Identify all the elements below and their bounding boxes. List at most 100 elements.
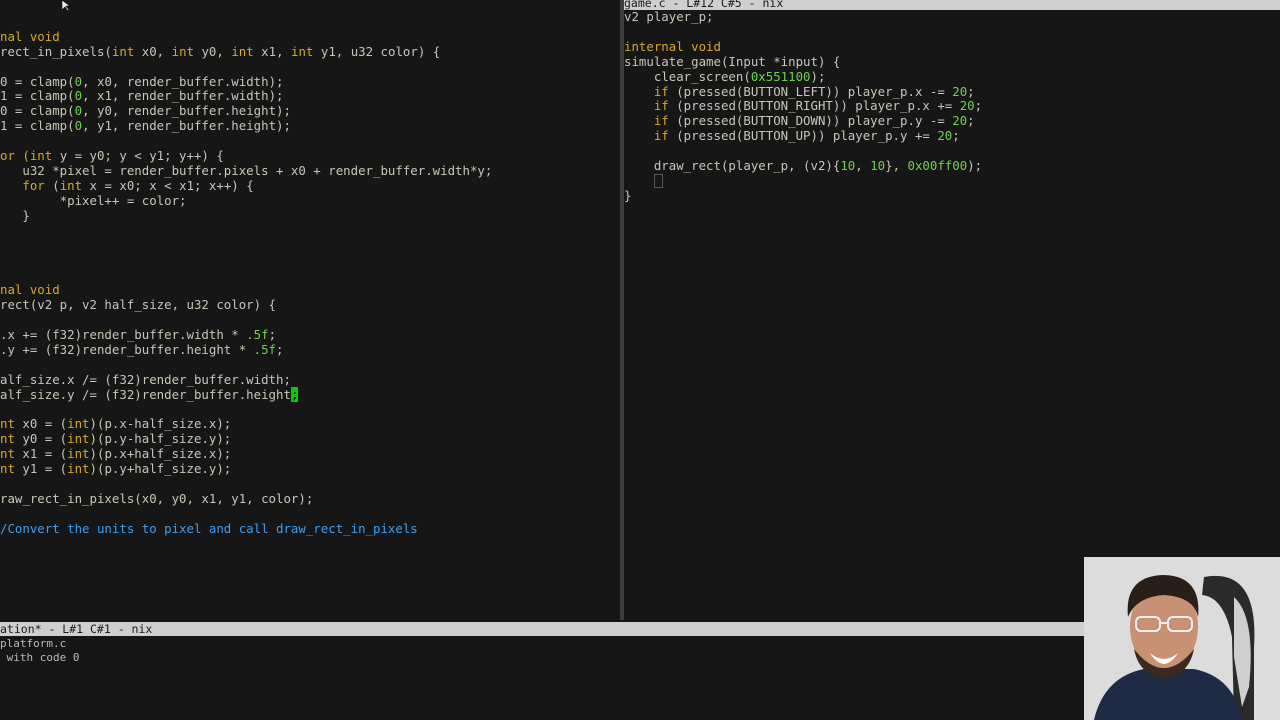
code-token: )(p.y+half_size.y);: [89, 461, 232, 477]
code-line[interactable]: /Convert the units to pixel and call dra…: [0, 521, 620, 537]
code-line[interactable]: nt y1 = (int)(p.y+half_size.y);: [0, 461, 620, 477]
code-token: alf_size.y /= (f32)render_buffer.height: [0, 386, 291, 402]
code-line[interactable]: [0, 268, 620, 283]
code-token: 0: [74, 103, 83, 119]
code-line[interactable]: internal void: [624, 38, 1280, 55]
code-line[interactable]: alf_size.x /= (f32)render_buffer.width;: [0, 371, 620, 388]
code-line[interactable]: nt x0 = (int)(p.x-half_size.x);: [0, 416, 620, 432]
code-token: alf_size.x /= (f32)render_buffer.width;: [0, 371, 291, 387]
code-line[interactable]: [0, 253, 620, 268]
code-line[interactable]: if (pressed(BUTTON_LEFT)) player_p.x -= …: [624, 83, 1280, 100]
code-token: (: [44, 177, 60, 193]
code-token: 0 = clamp(: [0, 103, 75, 119]
code-token: y0,: [194, 43, 232, 59]
code-token: }: [0, 207, 30, 223]
code-token: 10: [870, 158, 886, 174]
code-line[interactable]: }: [624, 187, 1280, 204]
code-line[interactable]: if (pressed(BUTTON_DOWN)) player_p.y -= …: [624, 113, 1280, 129]
code-line[interactable]: [624, 25, 1280, 40]
right-code-area[interactable]: v2 player_p; internal void simulate_game(I…: [624, 9, 1280, 204]
code-token: void: [691, 38, 721, 54]
code-line[interactable]: nal void: [0, 28, 620, 45]
code-line[interactable]: for (int x = x0; x < x1; x++) {: [0, 177, 620, 194]
code-token: }: [624, 187, 632, 203]
code-line[interactable]: .x += (f32)render_buffer.width * .5f;: [0, 326, 620, 343]
code-token: int: [67, 431, 90, 447]
code-token: y1 = (: [14, 461, 68, 477]
code-token: y = y0; y < y1; y++) {: [52, 148, 224, 164]
code-line[interactable]: rect_in_pixels(int x0, int y0, int x1, i…: [0, 43, 620, 60]
code-token: ;: [967, 113, 975, 129]
code-token: rect(v2 p, v2 half_size, u32 color) {: [0, 297, 277, 313]
code-line[interactable]: [0, 134, 620, 149]
code-token: if: [653, 98, 669, 114]
code-line[interactable]: [0, 313, 620, 328]
code-line[interactable]: if (pressed(BUTTON_UP)) player_p.y += 20…: [624, 128, 1280, 144]
left-code-area[interactable]: nal void rect_in_pixels(int x0, int y0, i…: [0, 0, 620, 537]
code-line[interactable]: [624, 144, 1280, 159]
code-line[interactable]: or (int y = y0; y < y1; y++) {: [0, 148, 620, 164]
code-token: 20: [937, 128, 953, 144]
mouse-pointer-icon: [62, 0, 71, 12]
code-token: nt: [0, 461, 15, 477]
minibuffer-line: with code 0: [0, 651, 80, 664]
code-token: .x += (f32)render_buffer.width *: [0, 326, 247, 342]
person-image: [1084, 557, 1280, 720]
code-line[interactable]: [0, 507, 620, 522]
code-line[interactable]: raw_rect_in_pixels(x0, y0, x1, y1, color…: [0, 491, 620, 507]
code-line[interactable]: alf_size.y /= (f32)render_buffer.height;: [0, 386, 620, 403]
code-line[interactable]: .y += (f32)render_buffer.height * .5f;: [0, 341, 620, 358]
code-token: ;: [268, 326, 277, 342]
code-line[interactable]: [0, 239, 620, 254]
code-line[interactable]: 1 = clamp(0, x1, render_buffer.width);: [0, 88, 620, 104]
code-line[interactable]: [0, 358, 620, 373]
code-token: , x0, render_buffer.width);: [82, 73, 284, 89]
code-line[interactable]: v2 player_p;: [624, 9, 1280, 25]
code-line[interactable]: draw_rect(player_p, (v2){10, 10}, 0x00ff…: [624, 158, 1280, 174]
code-token: ;: [952, 128, 960, 144]
code-token: },: [885, 158, 908, 174]
code-token: y0 = (: [14, 431, 68, 447]
code-token: int: [291, 43, 314, 59]
code-token: (pressed(BUTTON_UP)) player_p.y +=: [668, 128, 938, 144]
code-line[interactable]: 0 = clamp(0, x0, render_buffer.width);: [0, 73, 620, 90]
code-token: 0 = clamp(: [0, 73, 75, 89]
right-editor-pane[interactable]: game.c - L#12 C#5 - nix v2 player_p; inte…: [624, 0, 1280, 620]
code-token: int: [59, 177, 83, 193]
code-token: 0x00ff00: [907, 158, 968, 174]
code-line[interactable]: [0, 60, 620, 75]
code-token: , x1, render_buffer.width);: [82, 88, 284, 104]
code-token: (pressed(BUTTON_RIGHT)) player_p.x +=: [668, 98, 960, 114]
code-line[interactable]: }: [0, 207, 620, 224]
code-token: )(p.x+half_size.x);: [89, 446, 232, 462]
code-token: .y += (f32)render_buffer.height *: [0, 341, 254, 357]
code-token: (pressed(BUTTON_LEFT)) player_p.x -=: [668, 83, 953, 99]
code-line[interactable]: nal void: [0, 282, 620, 298]
code-line[interactable]: [0, 402, 620, 417]
code-token: (pressed(BUTTON_DOWN)) player_p.y -=: [668, 113, 953, 129]
code-token: );: [967, 158, 983, 174]
code-line[interactable]: 0 = clamp(0, y0, render_buffer.height);: [0, 103, 620, 119]
code-line[interactable]: rect(v2 p, v2 half_size, u32 color) {: [0, 297, 620, 313]
code-token: );: [810, 68, 826, 84]
left-editor-pane[interactable]: nal void rect_in_pixels(int x0, int y0, i…: [0, 0, 620, 620]
code-line[interactable]: nt y0 = (int)(p.y-half_size.y);: [0, 431, 620, 447]
code-line[interactable]: simulate_game(Input *input) {: [624, 54, 1280, 70]
code-token: if: [653, 128, 669, 144]
code-token: nal: [0, 28, 30, 44]
code-line[interactable]: if (pressed(BUTTON_RIGHT)) player_p.x +=…: [624, 98, 1280, 114]
code-line[interactable]: nt x1 = (int)(p.x+half_size.x);: [0, 446, 620, 462]
code-line[interactable]: [0, 224, 620, 239]
code-line[interactable]: [624, 174, 1280, 189]
code-line[interactable]: u32 *pixel = render_buffer.pixels + x0 +…: [0, 163, 620, 179]
code-token: draw_rect(player_p, (v2){: [624, 158, 841, 174]
code-line[interactable]: [0, 15, 620, 30]
code-line[interactable]: [0, 477, 620, 492]
code-line[interactable]: clear_screen(0x551100);: [624, 68, 1280, 85]
code-line[interactable]: 1 = clamp(0, y1, render_buffer.height);: [0, 118, 620, 134]
code-token: rect_in_pixels(: [0, 43, 112, 59]
code-line[interactable]: [0, 0, 620, 15]
code-line[interactable]: *pixel++ = color;: [0, 193, 620, 209]
